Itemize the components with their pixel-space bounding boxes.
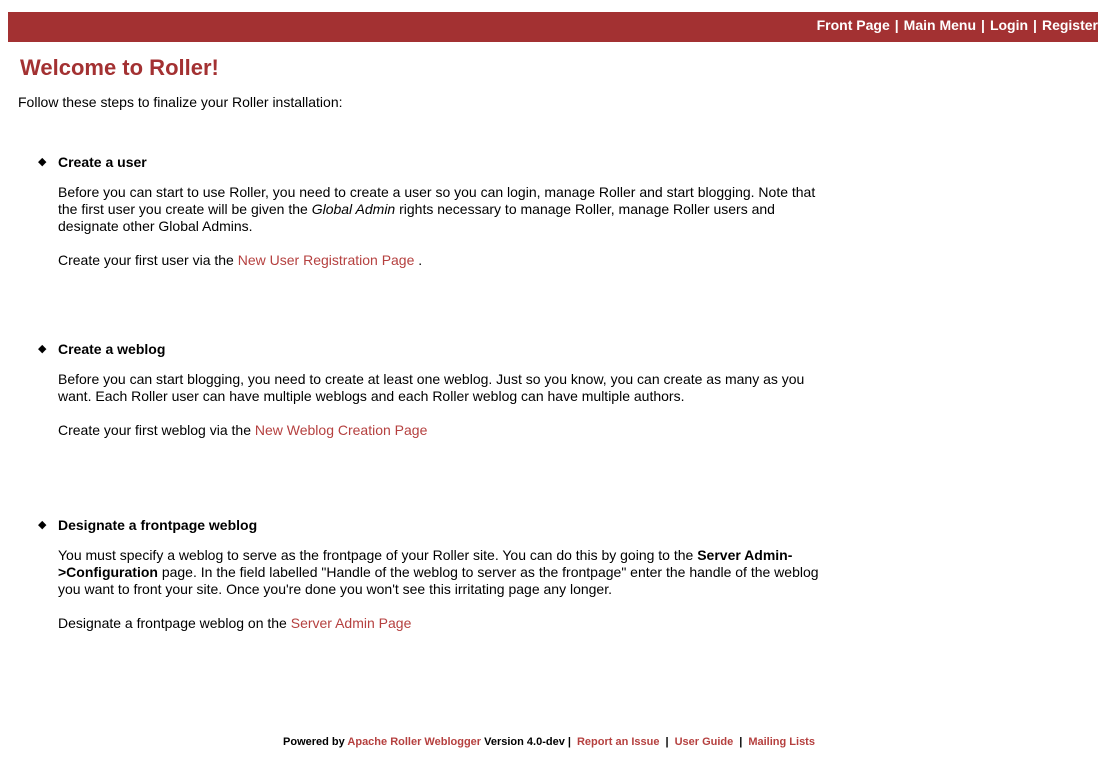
nav-separator: | <box>981 17 985 33</box>
step-action: Designate a frontpage weblog on the Serv… <box>58 615 828 632</box>
nav-login-link[interactable]: Login <box>990 17 1028 33</box>
footer-powered-by: Powered by <box>283 736 348 748</box>
step-create-weblog: ◆ Create a weblog Before you can start b… <box>38 341 828 439</box>
step-body: Before you can start to use Roller, you … <box>58 184 828 269</box>
step-create-user: ◆ Create a user Before you can start to … <box>38 154 828 269</box>
diamond-bullet-icon: ◆ <box>38 343 47 355</box>
step-description-text: page. In the field labelled "Handle of t… <box>58 564 819 597</box>
step-title-text: Create a user <box>58 154 147 170</box>
step-description: Before you can start blogging, you need … <box>58 371 805 404</box>
nav-separator: | <box>1033 17 1037 33</box>
step-action-text: Create your first user via the <box>58 252 238 268</box>
step-title: ◆ Designate a frontpage weblog <box>38 517 828 534</box>
step-title: ◆ Create a user <box>38 154 828 171</box>
mailing-lists-link[interactable]: Mailing Lists <box>748 736 815 748</box>
step-action-text: Designate a frontpage weblog on the <box>58 615 291 631</box>
global-admin-emphasis: Global Admin <box>311 201 396 217</box>
step-action: Create your first user via the New User … <box>58 252 828 269</box>
report-issue-link[interactable]: Report an Issue <box>577 736 660 748</box>
intro-text: Follow these steps to finalize your Roll… <box>18 94 343 110</box>
main-content: Welcome to Roller! Follow these steps to… <box>18 54 860 111</box>
step-title: ◆ Create a weblog <box>38 341 828 358</box>
step-designate-frontpage: ◆ Designate a frontpage weblog You must … <box>38 517 828 632</box>
diamond-bullet-icon: ◆ <box>38 519 47 531</box>
apache-roller-link[interactable]: Apache Roller Weblogger <box>347 736 481 748</box>
server-admin-page-link[interactable]: Server Admin Page <box>291 615 412 631</box>
step-action: Create your first weblog via the New Web… <box>58 422 828 439</box>
step-title-text: Create a weblog <box>58 341 166 357</box>
step-body: You must specify a weblog to serve as th… <box>58 547 828 632</box>
diamond-bullet-icon: ◆ <box>38 156 47 168</box>
nav-separator: | <box>894 17 899 33</box>
footer-version: Version 4.0-dev <box>481 736 568 748</box>
step-description-text: You must specify a weblog to serve as th… <box>58 547 698 563</box>
step-title-text: Designate a frontpage weblog <box>58 517 258 533</box>
step-action-text: Create your first weblog via the <box>58 422 255 438</box>
page-left-edge <box>0 0 8 758</box>
step-description: Before you can start to use Roller, you … <box>58 184 828 235</box>
step-body: Before you can start blogging, you need … <box>58 371 828 439</box>
page-title: Welcome to Roller! <box>20 55 219 80</box>
top-navigation: Front Page | Main Menu | Login | Register <box>817 17 1098 33</box>
step-action-suffix: . <box>414 252 423 268</box>
new-user-registration-link[interactable]: New User Registration Page <box>238 252 415 268</box>
user-guide-link[interactable]: User Guide <box>675 736 734 748</box>
nav-register-link[interactable]: Register <box>1042 17 1098 33</box>
nav-main-menu-link[interactable]: Main Menu <box>904 17 976 33</box>
step-description: You must specify a weblog to serve as th… <box>58 547 828 598</box>
new-weblog-creation-link[interactable]: New Weblog Creation Page <box>255 422 428 438</box>
nav-front-page-link[interactable]: Front Page <box>817 17 890 33</box>
page-footer: Powered by Apache Roller Weblogger Versi… <box>0 735 1098 749</box>
header-bar: Front Page | Main Menu | Login | Register <box>8 12 1098 42</box>
